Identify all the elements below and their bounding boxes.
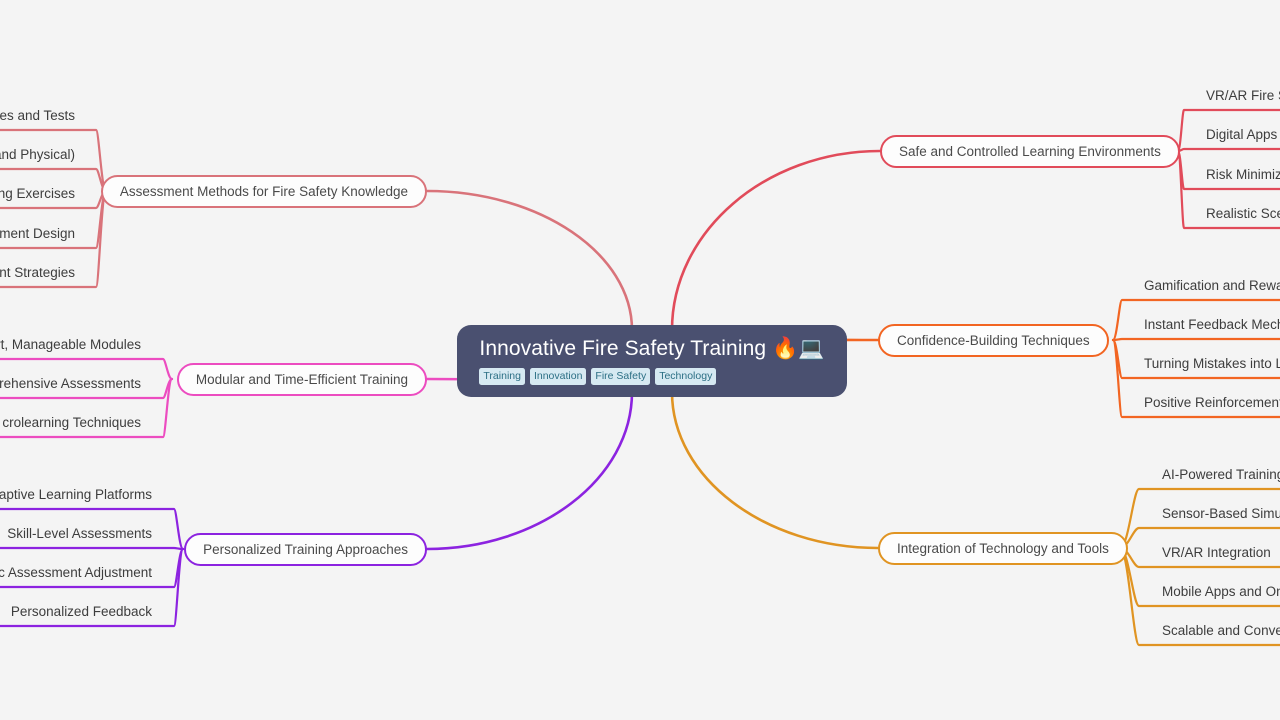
leaf-label: nt Strategies bbox=[0, 265, 75, 280]
mindmap-canvas: Innovative Fire Safety Training 🔥💻 Train… bbox=[0, 0, 1280, 720]
branch-node-modular-and-time-efficient-training[interactable]: Modular and Time-Efficient Training bbox=[176, 362, 427, 396]
leaf-label: ing Exercises bbox=[0, 186, 75, 201]
leaf-label: Scalable and Conve bbox=[1162, 623, 1280, 638]
leaf-node[interactable]: Risk Minimiz bbox=[1206, 168, 1280, 182]
root-tag-fire-safety[interactable]: Fire Safety bbox=[591, 367, 651, 386]
leaf-node[interactable]: Mobile Apps and On bbox=[1162, 585, 1280, 599]
root-tag-list: Training Innovation Fire Safety Technolo… bbox=[479, 367, 717, 386]
branch-node-assessment-methods-for-fire-safety-knowledge[interactable]: Assessment Methods for Fire Safety Knowl… bbox=[100, 174, 427, 208]
connector-path bbox=[425, 390, 634, 551]
leaf-label: ment Design bbox=[0, 226, 75, 241]
leaf-node[interactable]: ing Exercises bbox=[0, 187, 75, 201]
branch-label: Modular and Time-Efficient Training bbox=[195, 371, 408, 387]
leaf-node[interactable]: Personalized Feedback bbox=[11, 605, 152, 619]
root-tag-innovation[interactable]: Innovation bbox=[529, 367, 587, 386]
connector-path bbox=[1176, 147, 1280, 153]
connector-path bbox=[425, 189, 634, 332]
leaf-label: Realistic Sce bbox=[1206, 206, 1280, 221]
connector-path bbox=[1111, 337, 1280, 342]
leaf-label: c Assessment Adjustment bbox=[0, 565, 152, 580]
leaf-node[interactable]: nt Strategies bbox=[0, 266, 75, 280]
leaf-label: rt, Manageable Modules bbox=[0, 337, 141, 352]
leaf-node[interactable]: VR/AR Integration bbox=[1162, 546, 1271, 560]
leaf-node[interactable]: crolearning Techniques bbox=[2, 416, 141, 430]
leaf-label: Risk Minimiz bbox=[1206, 167, 1280, 182]
leaf-label: prehensive Assessments bbox=[0, 376, 141, 391]
root-title: Innovative Fire Safety Training 🔥💻 bbox=[479, 336, 825, 360]
branch-node-safe-controlled-learning-environments[interactable]: Safe and Controlled Learning Environment… bbox=[880, 134, 1180, 168]
leaf-node[interactable]: AI-Powered Training bbox=[1162, 468, 1280, 482]
leaf-label: Digital Apps bbox=[1206, 127, 1278, 142]
leaf-node[interactable]: and Physical) bbox=[0, 148, 75, 162]
leaf-label: crolearning Techniques bbox=[2, 415, 141, 430]
leaf-node[interactable]: rt, Manageable Modules bbox=[0, 338, 141, 352]
root-node[interactable]: Innovative Fire Safety Training 🔥💻 Train… bbox=[457, 324, 847, 398]
leaf-label: AI-Powered Training bbox=[1162, 467, 1280, 482]
leaf-node[interactable]: Sensor-Based Simu bbox=[1162, 507, 1280, 521]
leaf-label: Sensor-Based Simu bbox=[1162, 506, 1280, 521]
branch-label: Personalized Training Approaches bbox=[203, 541, 408, 557]
branch-label: Safe and Controlled Learning Environment… bbox=[899, 143, 1161, 159]
leaf-label: VR/AR Fire S bbox=[1206, 88, 1280, 103]
leaf-label: VR/AR Integration bbox=[1162, 545, 1271, 560]
branch-label: Assessment Methods for Fire Safety Knowl… bbox=[119, 183, 408, 199]
leaf-node[interactable]: Positive Reinforcement bbox=[1144, 396, 1280, 410]
branch-label: Confidence-Building Techniques bbox=[897, 332, 1090, 348]
leaf-node[interactable]: prehensive Assessments bbox=[0, 377, 141, 391]
leaf-label: and Physical) bbox=[0, 147, 75, 162]
leaf-label: Mobile Apps and On bbox=[1162, 584, 1280, 599]
branch-label: Integration of Technology and Tools bbox=[897, 540, 1109, 556]
leaf-label: Positive Reinforcement bbox=[1144, 395, 1280, 410]
leaf-label: Turning Mistakes into L bbox=[1144, 356, 1280, 371]
connector-path bbox=[670, 390, 880, 550]
leaf-node[interactable]: Realistic Sce bbox=[1206, 207, 1280, 221]
root-tag-training[interactable]: Training bbox=[479, 367, 525, 386]
leaf-node[interactable]: Gamification and Rewa bbox=[1144, 279, 1280, 293]
connector-path bbox=[0, 546, 185, 551]
leaf-label: aptive Learning Platforms bbox=[0, 487, 152, 502]
root-tag-technology[interactable]: Technology bbox=[655, 367, 717, 386]
leaf-node[interactable]: ment Design bbox=[0, 227, 75, 241]
leaf-label: Instant Feedback Mech bbox=[1144, 317, 1280, 332]
leaf-node[interactable]: zes and Tests bbox=[0, 109, 75, 123]
leaf-node[interactable]: Digital Apps bbox=[1206, 128, 1277, 142]
leaf-node[interactable]: Instant Feedback Mech bbox=[1144, 318, 1280, 332]
leaf-node[interactable]: Turning Mistakes into L bbox=[1144, 357, 1280, 371]
branch-node-personalized-training-approaches[interactable]: Personalized Training Approaches bbox=[184, 532, 427, 566]
leaf-node[interactable]: c Assessment Adjustment bbox=[0, 566, 152, 580]
leaf-label: Gamification and Rewa bbox=[1144, 278, 1280, 293]
leaf-node[interactable]: VR/AR Fire S bbox=[1206, 89, 1280, 103]
connector-path bbox=[670, 149, 882, 332]
branch-node-integration-of-technology-and-tools[interactable]: Integration of Technology and Tools bbox=[878, 531, 1128, 565]
leaf-node[interactable]: aptive Learning Platforms bbox=[0, 488, 152, 502]
leaf-label: Personalized Feedback bbox=[10, 604, 152, 619]
leaf-label: Skill-Level Assessments bbox=[7, 526, 152, 541]
leaf-node[interactable]: Skill-Level Assessments bbox=[7, 527, 152, 541]
branch-node-confidence-building-techniques[interactable]: Confidence-Building Techniques bbox=[878, 323, 1109, 357]
leaf-node[interactable]: Scalable and Conve bbox=[1162, 624, 1280, 638]
leaf-label: zes and Tests bbox=[0, 108, 75, 123]
